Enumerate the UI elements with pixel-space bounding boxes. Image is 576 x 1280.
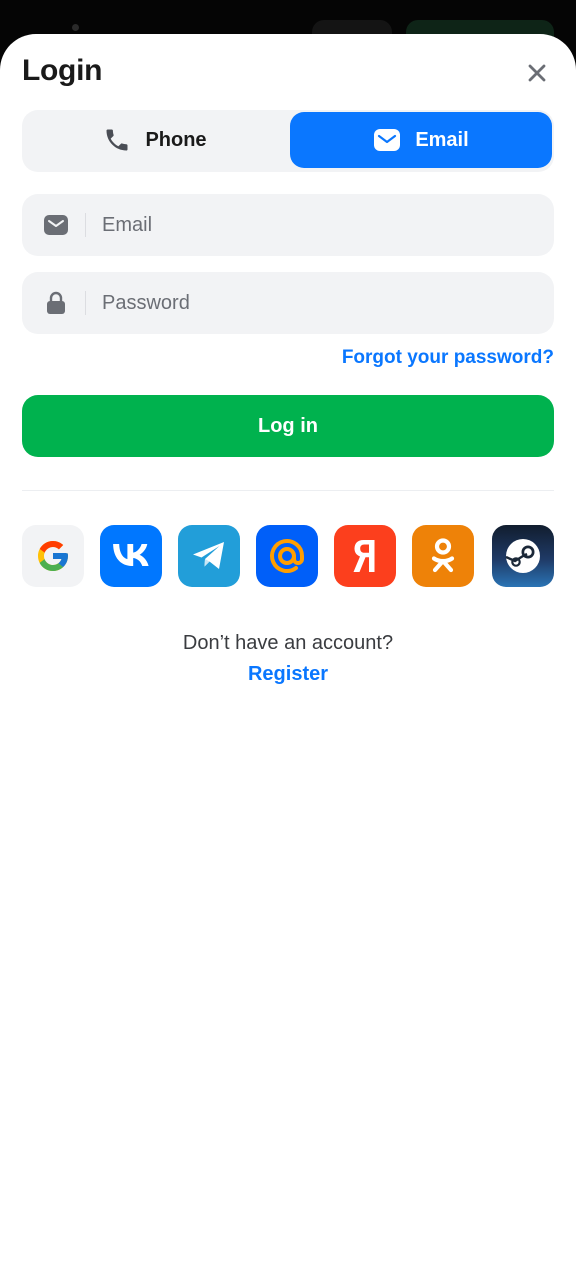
mail-ru-icon xyxy=(270,539,304,573)
page-title: Login xyxy=(22,54,103,87)
password-field xyxy=(22,272,554,334)
tab-email-label: Email xyxy=(415,128,469,151)
login-sheet: Login Phone Email Email Forgot your pass… xyxy=(0,34,576,1280)
email-field xyxy=(22,194,554,256)
register-link[interactable]: Register xyxy=(0,663,576,686)
tab-email[interactable]: Email xyxy=(290,112,552,168)
google-login-button[interactable] xyxy=(22,525,84,587)
camera-cutout xyxy=(72,24,79,31)
google-icon xyxy=(38,541,68,571)
lock-icon xyxy=(44,291,68,315)
login-button[interactable]: Log in xyxy=(22,395,554,457)
phone-icon xyxy=(106,129,128,151)
mail-ru-login-button[interactable] xyxy=(256,525,318,587)
yandex-icon xyxy=(353,540,375,572)
divider xyxy=(22,490,554,491)
envelope-icon xyxy=(374,129,401,151)
email-input[interactable] xyxy=(102,194,532,256)
tab-phone-label: Phone xyxy=(145,128,207,151)
telegram-login-button[interactable] xyxy=(178,525,240,587)
odnoklassniki-login-button[interactable] xyxy=(412,525,474,587)
telegram-icon xyxy=(193,542,224,569)
envelope-icon xyxy=(44,213,68,237)
login-method-switch: Phone Email xyxy=(22,110,554,172)
forgot-password-link[interactable]: Forgot your password? xyxy=(342,347,554,369)
close-icon xyxy=(528,64,546,82)
social-login-row xyxy=(22,525,554,587)
steam-login-button[interactable] xyxy=(492,525,554,587)
yandex-login-button[interactable] xyxy=(334,525,396,587)
field-divider xyxy=(85,291,86,315)
close-button[interactable] xyxy=(520,56,554,90)
password-input[interactable] xyxy=(102,272,532,334)
vk-icon xyxy=(113,544,149,566)
vk-login-button[interactable] xyxy=(100,525,162,587)
tab-phone[interactable]: Phone xyxy=(24,112,286,168)
no-account-text: Don’t have an account? xyxy=(182,632,394,654)
odnoklassniki-icon xyxy=(431,538,455,573)
field-divider xyxy=(85,213,86,237)
steam-icon xyxy=(505,539,540,573)
